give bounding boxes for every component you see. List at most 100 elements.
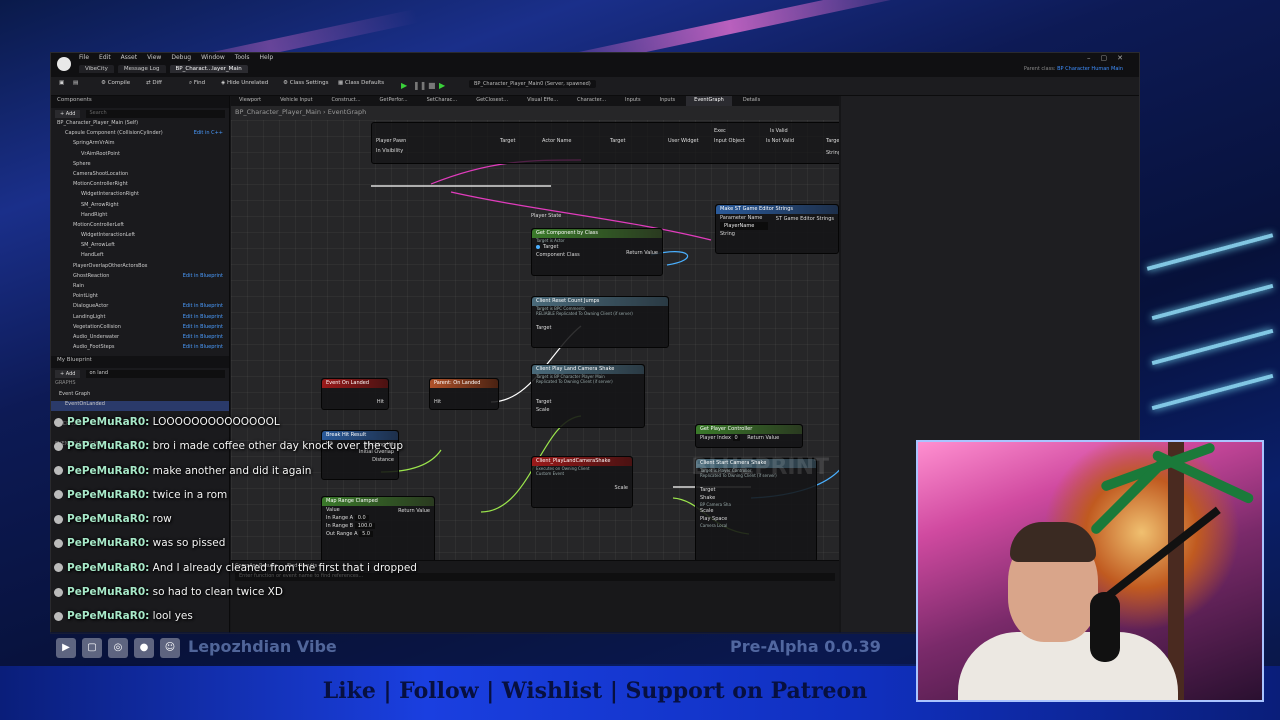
diff-button[interactable]: ⇄ Diff [146,80,162,86]
pin-target[interactable]: Target [532,324,668,332]
node-custom-event-camera-shake[interactable]: Client_PlayLandCameraShake Executes on O… [531,456,633,508]
event-item[interactable]: EventOnLanded [51,400,229,411]
node-event-on-landed[interactable]: Event On Landed Hit [321,378,389,410]
graph-tab[interactable]: Inputs [617,96,649,106]
node-client-reset-count-jumps[interactable]: Client Reset Count Jumps Target is BPC C… [531,296,669,348]
step-icon[interactable]: ▶ [439,81,445,90]
add-component-button[interactable]: + Add [55,110,81,118]
pin-target[interactable]: Target [696,486,816,494]
tree-item[interactable]: MotionControllerLeft [53,222,227,232]
pin-scale[interactable]: Scale [696,507,816,515]
edit-link[interactable]: Edit in Blueprint [183,314,223,320]
pin-user-widget[interactable]: User Widget [664,137,703,145]
menu-item-view[interactable]: View [147,54,161,61]
menu-item-help[interactable]: Help [260,54,274,61]
graph-tab[interactable]: Inputs [652,96,684,106]
tree-item[interactable]: Audio_Underwater Edit in Blueprint [53,334,227,344]
tab-message-log[interactable]: Message Log [117,65,166,73]
parameter-name-input[interactable]: PlayerName [720,222,768,230]
pin-in-visibility[interactable]: In Visibility [372,147,407,155]
tree-item[interactable]: DialogueActor Edit in Blueprint [53,303,227,313]
play-space-dropdown[interactable]: Camera Local [696,523,816,528]
pin-actor-name[interactable]: Actor Name [538,137,576,145]
edit-link[interactable]: Edit in C++ [194,130,223,136]
hide-unrelated-button[interactable]: ◈ Hide Unrelated [221,80,268,86]
tree-item[interactable]: SM_ArrowRight [53,202,227,212]
pin-scale[interactable]: Scale [532,484,632,492]
graph-tab[interactable]: EventGraph [686,96,732,106]
graph-tab[interactable]: SetCharac... [419,96,466,106]
pin-input-object[interactable]: Input Object [710,137,749,145]
tree-item[interactable]: PlayerOverlapOtherActorsBox [53,263,227,273]
graph-tab[interactable]: Details [735,96,768,106]
add-member-button[interactable]: + Add [55,370,81,379]
section-event-graph[interactable]: Event Graph [51,391,229,401]
pin-string[interactable]: String [716,230,838,238]
tree-item[interactable]: Sphere [53,161,227,171]
tree-item[interactable]: Capsule Component (CollisionCylinder) Edi… [53,130,227,140]
save-icon[interactable]: ▣ [59,80,64,86]
node-get-player-controller[interactable]: Get Player Controller Player Index 0 Ret… [695,424,803,448]
pin-player-state[interactable]: Player State [531,213,579,223]
menu-item-debug[interactable]: Debug [171,54,191,61]
parent-class-link[interactable]: BP Character Human Main [1057,66,1123,72]
class-settings-button[interactable]: ⚙ Class Settings [283,80,328,86]
tree-item[interactable]: LandingLight Edit in Blueprint [53,314,227,324]
tree-item[interactable]: PointLight [53,293,227,303]
edit-link[interactable]: Edit in Blueprint [183,344,223,350]
browse-icon[interactable]: ▤ [73,80,78,86]
menu-item-asset[interactable]: Asset [121,54,137,61]
pin-hit[interactable]: Hit [322,398,388,406]
tree-item[interactable]: SM_ArrowLeft [53,242,227,252]
pin-player-pawn[interactable]: Player Pawn [372,137,410,145]
edit-link[interactable]: Edit in Blueprint [183,334,223,340]
tab-blueprint[interactable]: BP_Charact...layer_Main [169,65,248,73]
graph-tab[interactable]: Character... [569,96,614,106]
tree-item[interactable]: BP_Character_Player_Main (Self) [53,120,227,130]
tree-item[interactable]: VegetationCollision Edit in Blueprint [53,324,227,334]
player-index-input[interactable]: 0 [732,435,740,441]
tree-item[interactable]: SpringArmVrAim [53,140,227,150]
top-nodes-strip[interactable]: Player Pawn In Visibility Target Actor N… [371,122,839,164]
graph-tab[interactable]: GetPerfor... [372,96,416,106]
node-get-component-by-class[interactable]: Get Component by Class Target is Actor T… [531,228,663,276]
tree-item[interactable]: WidgetInteractionRight [53,191,227,201]
pin-player-index[interactable]: Player Index 0 Return Value [696,434,802,442]
edit-link[interactable]: Edit in Blueprint [183,324,223,330]
tree-item[interactable]: MotionControllerRight [53,181,227,191]
pin-is-not-valid[interactable]: Is Not Valid [762,137,798,145]
edit-link[interactable]: Edit in Blueprint [183,303,223,309]
menu-item-edit[interactable]: Edit [99,54,111,61]
unreal-logo-icon[interactable] [57,57,71,71]
tree-item[interactable]: Rain [53,283,227,293]
class-defaults-button[interactable]: ▦ Class Defaults [338,80,384,86]
graph-tab[interactable]: GetClosest... [468,96,516,106]
find-button[interactable]: ⌕ Find [189,80,205,87]
play-icon[interactable]: ▶ [401,81,407,90]
component-search-input[interactable]: Search [86,110,225,118]
pin-hit[interactable]: Hit [430,398,498,406]
pause-icon[interactable]: ❚❚ [413,81,426,90]
stop-icon[interactable]: ■ [428,81,436,90]
graph-tab[interactable]: Viewport [231,96,269,106]
node-make-st-strings[interactable]: Make ST Game Editor Strings Parameter Na… [715,204,839,254]
pin-target-3[interactable]: Target [822,137,839,145]
graph-tab[interactable]: Visual Effe... [519,96,566,106]
tree-item[interactable]: WidgetInteractionLeft [53,232,227,242]
menu-item-window[interactable]: Window [201,54,225,61]
pin-st-strings[interactable]: ST Game Editor Strings [772,215,838,223]
section-graphs[interactable]: GRAPHS [51,380,229,390]
node-parent-on-landed[interactable]: Parent: On Landed Hit [429,378,499,410]
pin-shake[interactable]: Shake [696,494,816,502]
pin-target[interactable]: Target [532,398,644,406]
tab-vibecity[interactable]: VibeCity [79,65,114,73]
menu-item-tools[interactable]: Tools [235,54,250,61]
window-controls[interactable]: –▢✕ [1087,54,1133,62]
tree-item[interactable]: CameraShootLocation [53,171,227,181]
tree-item[interactable]: HandRight [53,212,227,222]
debug-target-dropdown[interactable]: BP_Character_Player_Main0 (Server, spawn… [469,80,596,88]
pin-scale[interactable]: Scale [532,406,644,414]
pin-is-valid[interactable]: Is Valid [766,127,792,135]
compile-button[interactable]: ⚙ Compile [101,80,130,86]
tree-item[interactable]: VrAimRootPoint [53,151,227,161]
